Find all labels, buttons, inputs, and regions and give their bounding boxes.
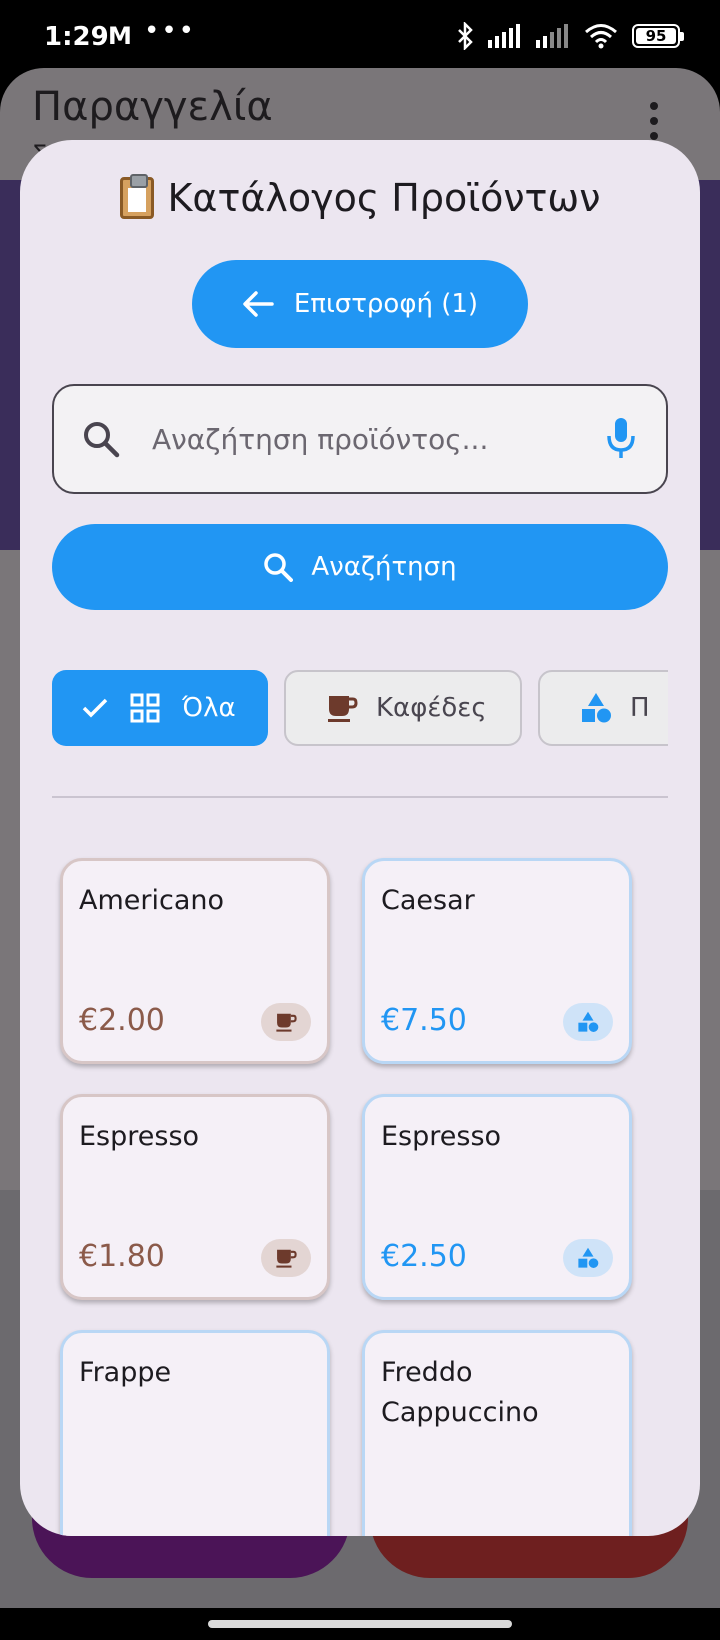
product-card[interactable]: Americano €2.00	[60, 858, 330, 1064]
product-card[interactable]: Caesar €7.50	[362, 858, 632, 1064]
signal-icon	[488, 24, 520, 48]
dialog-title: Κατάλογος Προϊόντων	[20, 174, 700, 220]
search-button-label: Αναζήτηση	[311, 552, 457, 582]
search-button[interactable]: Αναζήτηση	[52, 524, 668, 610]
product-name: Freddo Cappuccino	[381, 1357, 539, 1428]
arrow-left-icon	[243, 291, 274, 317]
bluetooth-icon	[458, 22, 473, 50]
app-title: Παραγγελία	[32, 84, 273, 130]
filter-chip-label: Καφέδες	[376, 693, 487, 723]
product-card[interactable]: Espresso €2.50	[362, 1094, 632, 1300]
search-icon	[84, 422, 120, 458]
coffee-cup-icon	[261, 1003, 311, 1041]
product-price: €2.00	[79, 1003, 165, 1038]
product-price: €1.80	[79, 1239, 165, 1274]
filter-chip-all[interactable]: Όλα	[52, 670, 268, 746]
clipboard-icon	[119, 174, 154, 219]
back-button-label: Επιστροφή (1)	[293, 289, 479, 319]
product-card[interactable]: Frappe	[60, 1330, 330, 1536]
product-name: Frappe	[79, 1357, 172, 1388]
category-shapes-icon	[563, 1239, 613, 1277]
coffee-cup-icon	[328, 696, 358, 722]
microphone-icon[interactable]	[606, 416, 636, 460]
category-filter-chips: Όλα Καφέδες Π	[52, 670, 668, 748]
product-card[interactable]: Espresso €1.80	[60, 1094, 330, 1300]
status-time: 1:29	[44, 22, 109, 52]
product-price: €7.50	[381, 1003, 467, 1038]
filter-chip-label: Π	[630, 693, 650, 723]
gmail-icon: M	[108, 22, 132, 50]
product-name: Espresso	[381, 1121, 502, 1152]
coffee-cup-icon	[261, 1239, 311, 1277]
product-name: Americano	[79, 885, 225, 916]
search-icon	[264, 553, 294, 582]
filter-chip-coffees[interactable]: Καφέδες	[284, 670, 522, 746]
battery-icon: 95	[632, 24, 684, 48]
status-icons: 95	[456, 22, 684, 50]
dialog-title-text: Κατάλογος Προϊόντων	[167, 176, 601, 220]
product-price: €2.50	[381, 1239, 467, 1274]
filter-chip-other[interactable]: Π	[538, 670, 668, 746]
product-name: Caesar	[381, 885, 475, 916]
wifi-icon	[585, 24, 617, 49]
product-name: Espresso	[79, 1121, 200, 1152]
product-catalog-dialog: Κατάλογος Προϊόντων Επιστροφή (1) Αναζήτ…	[20, 140, 700, 1536]
category-shapes-icon	[582, 693, 611, 723]
back-button[interactable]: Επιστροφή (1)	[192, 260, 528, 348]
search-field[interactable]	[52, 384, 668, 494]
product-card[interactable]: Freddo Cappuccino	[362, 1330, 632, 1536]
check-icon	[82, 698, 108, 718]
signal-2-icon	[536, 24, 568, 48]
search-input[interactable]	[152, 408, 572, 470]
divider	[52, 796, 668, 798]
grid-icon	[130, 693, 160, 723]
status-bar: 1:29 M ••• 95	[0, 0, 720, 78]
category-shapes-icon	[563, 1003, 613, 1041]
home-gesture-handle[interactable]	[208, 1620, 512, 1628]
more-notifications-icon: •••	[144, 16, 197, 46]
filter-chip-label: Όλα	[182, 693, 236, 723]
